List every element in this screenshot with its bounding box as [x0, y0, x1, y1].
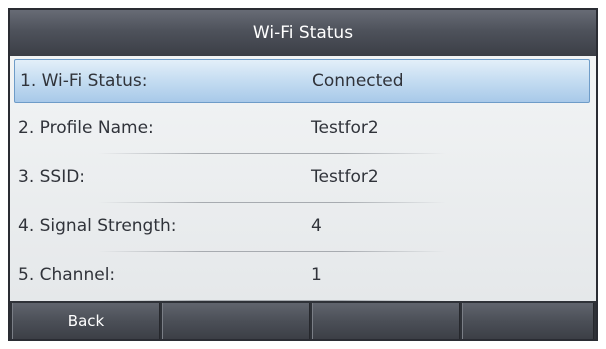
list-item-ssid[interactable]: 3. SSID: Testfor2	[10, 154, 596, 203]
wifi-status-list: 1. Wi-Fi Status: Connected 2. Profile Na…	[10, 56, 596, 301]
row-label: 2. Profile Name:	[18, 118, 154, 138]
softkey-bar: Back	[10, 301, 596, 339]
list-item-wifi-status[interactable]: 1. Wi-Fi Status: Connected	[14, 59, 590, 103]
screen-title: Wi-Fi Status	[10, 10, 596, 56]
row-label: 4. Signal Strength:	[18, 216, 177, 236]
list-item-signal-strength[interactable]: 4. Signal Strength: 4	[10, 203, 596, 252]
row-value: 4	[311, 216, 322, 236]
row-value: Testfor2	[311, 118, 379, 138]
phone-screen: Wi-Fi Status 1. Wi-Fi Status: Connected …	[8, 8, 598, 341]
softkey-2[interactable]	[162, 303, 310, 339]
row-value: Connected	[312, 71, 404, 91]
row-label: 5. Channel:	[18, 265, 116, 285]
row-label: 3. SSID:	[18, 167, 86, 187]
back-softkey[interactable]: Back	[12, 303, 160, 339]
row-label: 1. Wi-Fi Status:	[20, 71, 148, 91]
softkey-4[interactable]	[462, 303, 594, 339]
row-value: 1	[311, 265, 322, 285]
list-item-profile-name[interactable]: 2. Profile Name: Testfor2	[10, 105, 596, 154]
row-value: Testfor2	[311, 167, 379, 187]
softkey-3[interactable]	[312, 303, 460, 339]
list-item-channel[interactable]: 5. Channel: 1	[10, 252, 596, 301]
